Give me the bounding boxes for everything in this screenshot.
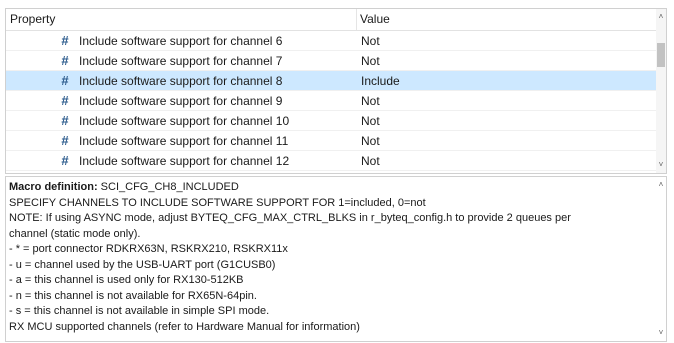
property-name: Include software support for channel 11	[79, 134, 289, 148]
property-value[interactable]: Not	[361, 131, 380, 151]
description-line: - n = this channel is not available for …	[9, 289, 257, 302]
column-divider[interactable]	[356, 9, 357, 30]
property-value[interactable]: Not	[361, 111, 380, 131]
property-name: Include software support for channel 8	[79, 74, 283, 88]
scroll-down-icon[interactable]: ˅	[656, 159, 666, 171]
scroll-down-icon[interactable]: ˅	[656, 327, 666, 339]
property-name: Include software support for channel 10	[79, 114, 290, 128]
description-line: - * = port connector RDKRX63N, RSKRX210,…	[9, 243, 288, 255]
property-name: Include software support for channel 6	[79, 34, 283, 48]
property-row[interactable]: # Include software support for channel 6 N…	[6, 31, 662, 51]
description-scrollbar[interactable]: ˄ ˅	[656, 177, 666, 341]
property-value[interactable]: Not	[361, 51, 380, 71]
grid-rows: # Include software support for channel 6 N…	[6, 31, 662, 171]
description-line: RX MCU supported channels (refer to Hard…	[9, 320, 360, 333]
description-panel: Macro definition: SCI_CFG_CH8_INCLUDED S…	[5, 176, 667, 342]
scroll-thumb[interactable]	[657, 43, 665, 67]
property-name: Include software support for channel 7	[79, 54, 283, 68]
property-row[interactable]: # Include software support for channel 10…	[6, 111, 662, 131]
property-row[interactable]: # Include software support for channel 12…	[6, 151, 662, 171]
property-row[interactable]: # Include software support for channel 9 N…	[6, 91, 662, 111]
scroll-up-icon[interactable]: ˄	[656, 11, 666, 23]
description-line: - a = this channel is used only for RX13…	[9, 274, 244, 286]
hash-icon: #	[61, 93, 69, 108]
hash-icon: #	[61, 53, 69, 68]
macro-definition-line: Macro definition: SCI_CFG_CH8_INCLUDED	[9, 180, 653, 196]
property-value[interactable]: Not	[361, 91, 380, 111]
column-header-value[interactable]: Value	[360, 9, 650, 30]
macro-definition-name: SCI_CFG_CH8_INCLUDED	[100, 181, 239, 193]
hash-icon: #	[61, 33, 69, 48]
macro-definition-label: Macro definition:	[9, 181, 98, 193]
grid-header: Property Value	[6, 9, 662, 31]
column-header-property[interactable]: Property	[10, 9, 355, 30]
description-line: - s = this channel is not available in s…	[9, 305, 270, 317]
description-line: SPECIFY CHANNELS TO INCLUDE SOFTWARE SUP…	[9, 196, 426, 209]
hash-icon: #	[61, 113, 69, 128]
property-row[interactable]: # Include software support for channel 11…	[6, 131, 662, 151]
hash-icon: #	[61, 153, 69, 168]
description-line: - u = channel used by the USB-UART port …	[9, 258, 276, 271]
property-value[interactable]: Not	[361, 31, 380, 51]
description-text: Macro definition: SCI_CFG_CH8_INCLUDED S…	[9, 180, 653, 335]
property-name: Include software support for channel 9	[79, 94, 283, 108]
grid-scrollbar[interactable]: ˄ ˅	[656, 9, 666, 173]
property-name: Include software support for channel 12	[79, 154, 290, 168]
scroll-up-icon[interactable]: ˄	[656, 179, 666, 191]
description-line: NOTE: If using ASYNC mode, adjust BYTEQ_…	[9, 212, 571, 224]
property-value[interactable]: Include	[361, 71, 400, 91]
hash-icon: #	[61, 73, 69, 88]
property-value[interactable]: Not	[361, 151, 380, 171]
hash-icon: #	[61, 133, 69, 148]
property-grid: Property Value # Include software support…	[5, 8, 667, 174]
property-row[interactable]: # Include software support for channel 7 N…	[6, 51, 662, 71]
description-line: channel (static mode only).	[9, 227, 141, 240]
property-row[interactable]: # Include software support for channel 8 I…	[6, 71, 662, 91]
